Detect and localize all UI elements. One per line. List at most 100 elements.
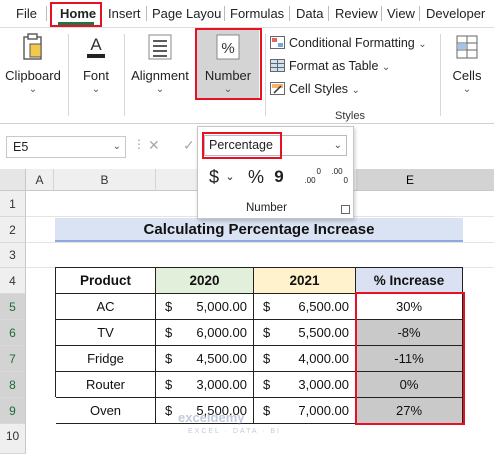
sheet-title[interactable]: Calculating Percentage Increase	[55, 218, 463, 242]
percent-style-button[interactable]: %	[244, 165, 268, 189]
cell-increase[interactable]: -11%	[356, 346, 463, 372]
row-header-8[interactable]: 8	[0, 372, 26, 398]
tab-developer[interactable]: Developer	[426, 5, 485, 23]
cell-2021[interactable]: $7,000.00	[254, 398, 356, 424]
chevron-down-icon[interactable]: ⌄	[224, 165, 236, 189]
cell-product[interactable]: AC	[56, 294, 156, 320]
row-header-9[interactable]: 9	[0, 398, 26, 424]
accounting-format-button[interactable]: $	[206, 165, 222, 189]
cell-amount: 3,000.00	[298, 377, 349, 392]
header-increase[interactable]: % Increase	[356, 268, 463, 294]
number-format-highlight	[202, 132, 282, 159]
row-header-6[interactable]: 6	[0, 320, 26, 346]
tab-review[interactable]: Review	[335, 5, 378, 23]
currency-symbol: $	[263, 377, 271, 392]
column-header-a[interactable]: A	[26, 169, 54, 191]
tab-separator	[224, 6, 225, 21]
cell-amount: 5,000.00	[196, 299, 247, 314]
row-header-1[interactable]: 1	[0, 191, 26, 217]
cell-product[interactable]: Router	[56, 372, 156, 398]
row-header-10[interactable]: 10	[0, 424, 26, 454]
tab-file[interactable]: File	[16, 5, 37, 23]
styles-group-label: Styles	[335, 110, 365, 122]
cell-2021[interactable]: $6,500.00	[254, 294, 356, 320]
cell-2020[interactable]: $5,000.00	[156, 294, 254, 320]
tab-separator	[146, 6, 147, 21]
percent-icon: %	[216, 34, 240, 60]
name-box[interactable]: E5 ⌄	[6, 136, 126, 158]
row-header-7[interactable]: 7	[0, 346, 26, 372]
column-header-b[interactable]: B	[54, 169, 156, 191]
cell-increase[interactable]: 27%	[356, 398, 463, 424]
cell-product[interactable]: Oven	[56, 398, 156, 424]
tab-view[interactable]: View	[387, 5, 415, 23]
currency-symbol: $	[165, 325, 173, 340]
dialog-launcher-icon[interactable]	[341, 205, 350, 214]
cell-2020[interactable]: $6,000.00	[156, 320, 254, 346]
svg-text:%: %	[221, 40, 234, 57]
increase-decimal-button[interactable]: 0 .00	[299, 165, 321, 189]
conditional-formatting-icon	[270, 36, 285, 49]
cell-styles-button[interactable]: Cell Styles ⌄	[270, 80, 360, 98]
tab-page-layout[interactable]: Page Layou	[152, 5, 221, 23]
cell-amount: 4,500.00	[196, 351, 247, 366]
font-icon: A	[87, 35, 105, 58]
watermark-logo: exceldemy	[178, 410, 245, 425]
select-all-button[interactable]	[0, 169, 26, 191]
chevron-down-icon: ⌄	[462, 84, 472, 95]
chevron-down-icon: ⌄	[351, 85, 360, 96]
cell-2020[interactable]: $3,000.00	[156, 372, 254, 398]
decrease-decimal-button[interactable]: .00 0	[326, 165, 348, 189]
header-product[interactable]: Product	[56, 268, 156, 294]
currency-symbol: $	[263, 325, 271, 340]
cells-label: Cells	[452, 68, 482, 83]
clipboard-label: Clipboard	[5, 68, 61, 83]
tab-formulas[interactable]: Formulas	[230, 5, 284, 23]
chevron-down-icon[interactable]: ⌄	[113, 137, 121, 157]
conditional-formatting-button[interactable]: Conditional Formatting ⌄	[270, 34, 427, 52]
currency-symbol: $	[263, 299, 271, 314]
clipboard-button[interactable]: Clipboard ⌄	[4, 32, 62, 95]
cell-2021[interactable]: $3,000.00	[254, 372, 356, 398]
cell-product[interactable]: TV	[56, 320, 156, 346]
row-header-4[interactable]: 4	[0, 268, 26, 294]
alignment-icon	[148, 34, 172, 60]
row-header-5[interactable]: 5	[0, 294, 26, 320]
cell-amount: 5,500.00	[298, 325, 349, 340]
increase-decimal-top: 0	[316, 167, 321, 176]
cell-product[interactable]: Fridge	[56, 346, 156, 372]
cell-styles-icon	[270, 82, 285, 95]
cell-amount: 3,000.00	[196, 377, 247, 392]
format-as-table-button[interactable]: Format as Table ⌄	[270, 57, 390, 75]
watermark-tagline: EXCEL · DATA · BI	[188, 428, 281, 435]
cell-amount: 6,000.00	[196, 325, 247, 340]
chevron-down-icon: ⌄	[418, 39, 427, 50]
row-header-2[interactable]: 2	[0, 217, 26, 243]
comma-style-button[interactable]: 9	[271, 165, 287, 189]
number-button-content[interactable]: % Number ⌄	[197, 32, 259, 95]
header-2020[interactable]: 2020	[156, 268, 254, 294]
chevron-down-icon: ⌄	[91, 84, 101, 95]
enter-icon[interactable]: ✓	[183, 137, 195, 154]
chevron-down-icon: ⌄	[155, 84, 165, 95]
cell-increase[interactable]: -8%	[356, 320, 463, 346]
cell-2021[interactable]: $5,500.00	[254, 320, 356, 346]
tab-separator	[46, 6, 47, 21]
group-separator	[68, 34, 69, 116]
cell-increase[interactable]: 0%	[356, 372, 463, 398]
cancel-icon[interactable]: ✕	[148, 137, 160, 154]
tab-separator	[381, 6, 382, 21]
font-button[interactable]: A Font ⌄	[74, 32, 118, 95]
chevron-down-icon[interactable]: ⌄	[334, 136, 342, 155]
tab-insert[interactable]: Insert	[108, 5, 141, 23]
row-header-3[interactable]: 3	[0, 243, 26, 268]
alignment-button[interactable]: Alignment ⌄	[128, 32, 192, 95]
header-2021[interactable]: 2021	[254, 268, 356, 294]
currency-symbol: $	[165, 299, 173, 314]
cell-2021[interactable]: $4,000.00	[254, 346, 356, 372]
column-header-e[interactable]: E	[357, 169, 494, 191]
cells-button[interactable]: Cells ⌄	[446, 32, 488, 95]
cell-increase-active[interactable]: 30%	[356, 294, 463, 320]
cell-2020[interactable]: $4,500.00	[156, 346, 254, 372]
tab-data[interactable]: Data	[296, 5, 323, 23]
